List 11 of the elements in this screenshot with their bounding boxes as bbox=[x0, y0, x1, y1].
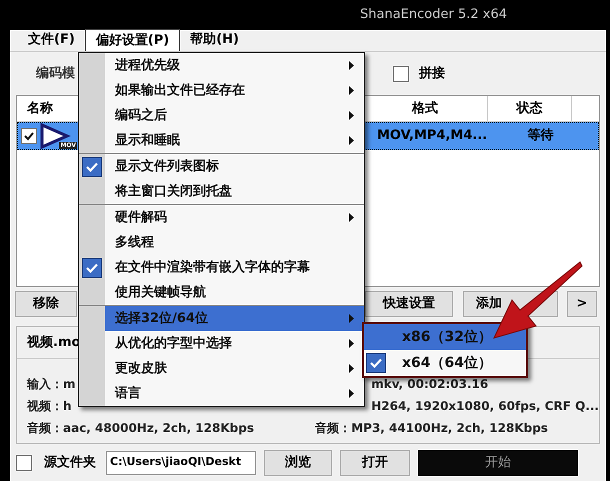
info-line: 输入：m bbox=[27, 376, 76, 393]
info-line: H264, 1920x1080, 60fps, CRF Q... bbox=[371, 398, 599, 415]
join-label: 拼接 bbox=[419, 64, 445, 83]
info-line: mkv, 00:02:03.16 bbox=[371, 376, 488, 393]
table-cell-text: 等待 bbox=[526, 127, 554, 146]
info-line: 音频：aac, 48000Hz, 2ch, 128Kbps bbox=[27, 420, 254, 437]
table-cell-text: MOV,MP4,M4... bbox=[376, 127, 488, 146]
window-title: ShanaEncoder 5.2 x64 bbox=[360, 6, 507, 24]
info-line: 视频：h bbox=[27, 398, 72, 415]
info-line: 音频：MP3, 44100Hz, 2ch, 128Kbps bbox=[315, 420, 548, 437]
source-folder-label: 源文件夹 bbox=[44, 454, 96, 472]
